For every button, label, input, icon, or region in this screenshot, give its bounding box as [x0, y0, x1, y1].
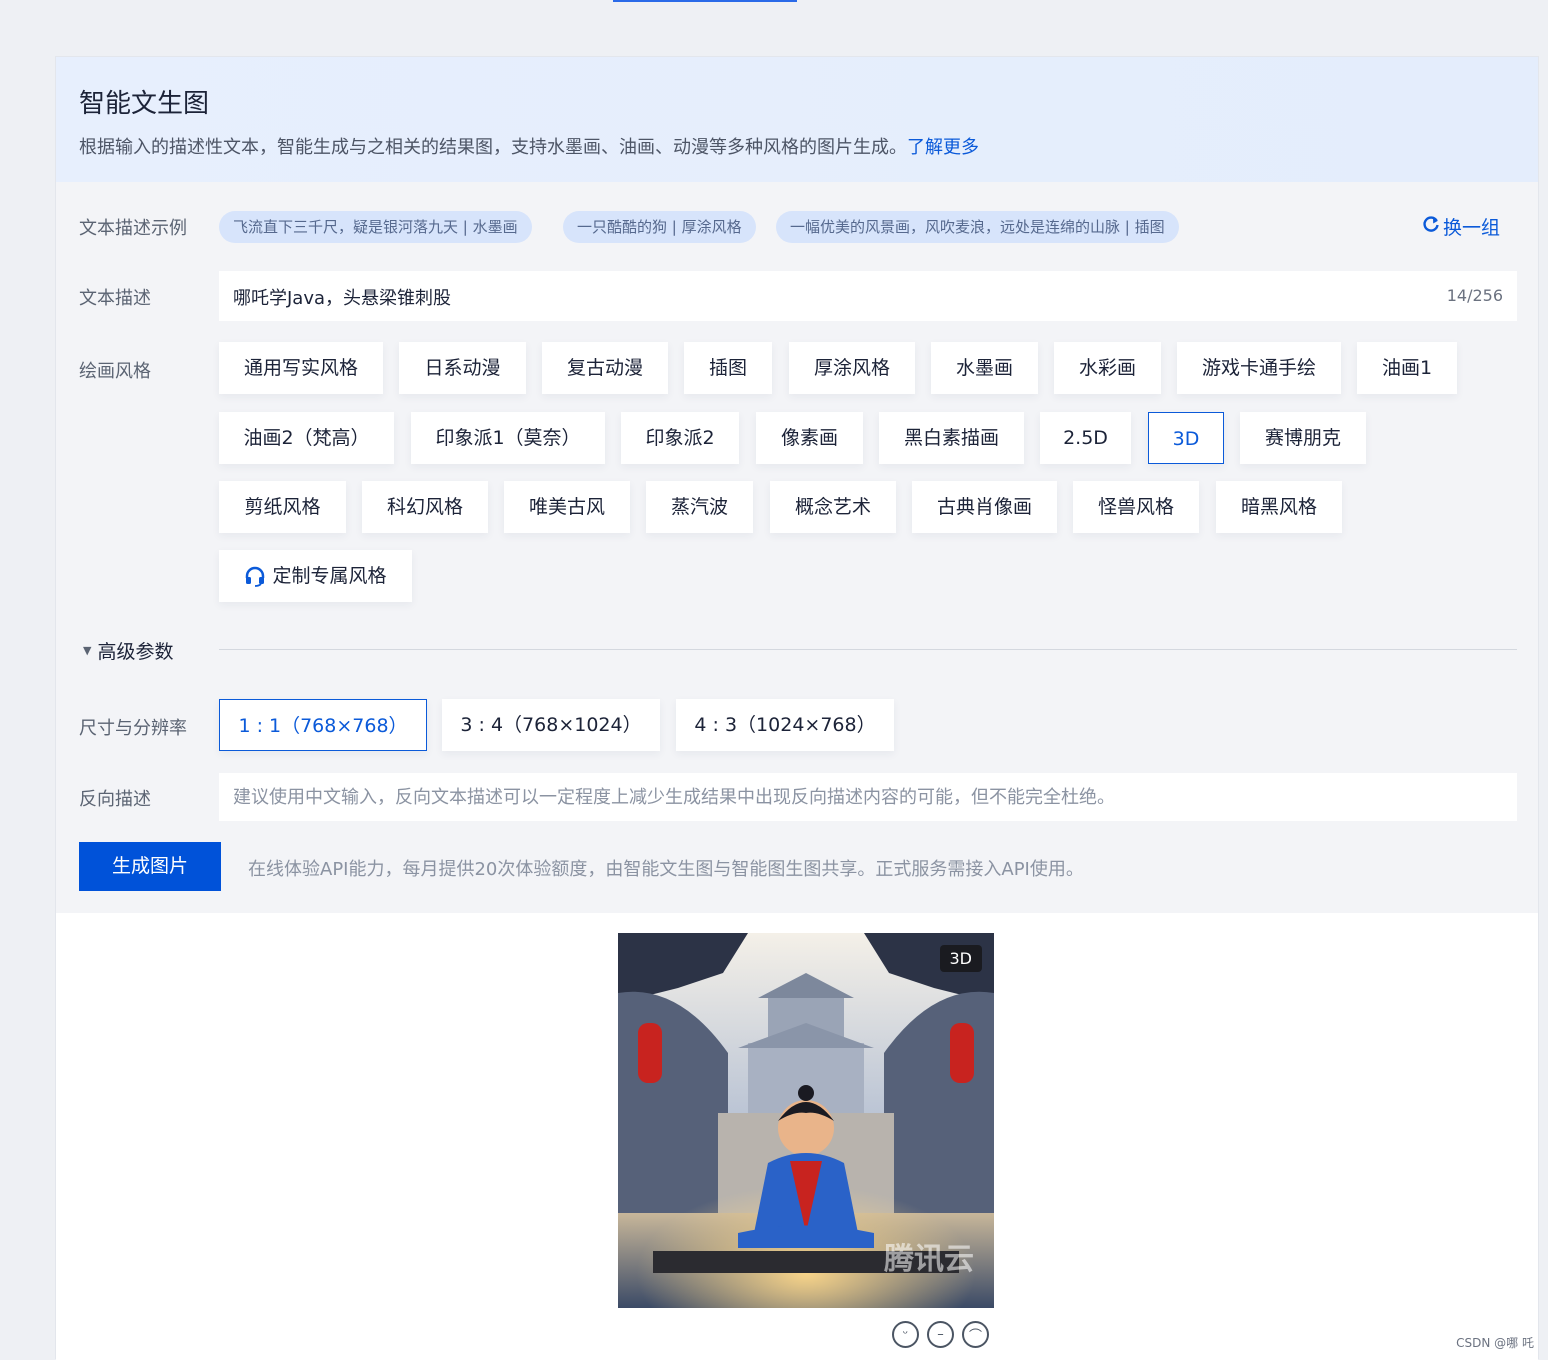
- prompt-value: 哪吒学Java，头悬梁锥刺股: [233, 288, 452, 309]
- text-to-image-panel: 智能文生图 根据输入的描述性文本，智能生成与之相关的结果图，支持水墨画、油画、动…: [55, 56, 1539, 1360]
- style-option[interactable]: 水墨画: [931, 342, 1038, 394]
- style-option[interactable]: 油画2（梵高）: [219, 412, 394, 464]
- style-option[interactable]: 科幻风格: [362, 481, 488, 533]
- refresh-label: 换一组: [1442, 217, 1500, 239]
- refresh-examples-button[interactable]: 换一组: [1421, 213, 1500, 240]
- learn-more-link[interactable]: 了解更多: [907, 137, 979, 158]
- size-option[interactable]: 3 : 4（768×1024）: [442, 699, 660, 751]
- style-option[interactable]: 水彩画: [1054, 342, 1161, 394]
- styles-label: 绘画风格: [79, 361, 151, 382]
- advanced-toggle[interactable]: ▼ 高级参数: [83, 637, 173, 664]
- negative-label: 反向描述: [79, 789, 151, 810]
- style-badge: 3D: [939, 945, 982, 972]
- result-area: 3D 腾讯云 ᵕ – ⌒: [56, 913, 1538, 1360]
- size-label: 尺寸与分辨率: [79, 718, 187, 739]
- style-option[interactable]: 2.5D: [1040, 412, 1131, 464]
- example-tag[interactable]: 飞流直下三千尺，疑是银河落九天 | 水墨画: [219, 211, 532, 243]
- panel-header: 智能文生图 根据输入的描述性文本，智能生成与之相关的结果图，支持水墨画、油画、动…: [56, 57, 1538, 182]
- style-option[interactable]: 印象派1（莫奈）: [411, 412, 605, 464]
- char-counter: 14/256: [1446, 286, 1503, 305]
- style-option-selected[interactable]: 3D: [1148, 412, 1224, 464]
- style-option[interactable]: 怪兽风格: [1073, 481, 1199, 533]
- style-option[interactable]: 像素画: [756, 412, 863, 464]
- style-option[interactable]: 插图: [684, 342, 772, 394]
- generate-button[interactable]: 生成图片: [79, 842, 221, 891]
- prompt-label: 文本描述: [79, 288, 151, 309]
- style-option[interactable]: 蒸汽波: [646, 481, 753, 533]
- style-option[interactable]: 通用写实风格: [219, 342, 383, 394]
- page-description: 根据输入的描述性文本，智能生成与之相关的结果图，支持水墨画、油画、动漫等多种风格…: [79, 133, 979, 159]
- style-option[interactable]: 游戏卡通手绘: [1177, 342, 1341, 394]
- headset-icon: [244, 565, 266, 587]
- refresh-icon: [1421, 214, 1441, 239]
- example-tag[interactable]: 一只酷酷的狗 | 厚涂风格: [563, 211, 756, 243]
- divider: [219, 649, 1517, 650]
- csdn-credit: CSDN @哪 吒: [1456, 1336, 1534, 1350]
- top-tab-indicator: [613, 0, 797, 2]
- style-option[interactable]: 赛博朋克: [1240, 412, 1366, 464]
- page-title: 智能文生图: [79, 89, 210, 119]
- style-option[interactable]: 暗黑风格: [1216, 481, 1342, 533]
- style-option[interactable]: 日系动漫: [399, 342, 526, 394]
- happy-face-icon[interactable]: ᵕ: [892, 1321, 919, 1348]
- generated-image[interactable]: 3D 腾讯云: [618, 933, 994, 1308]
- description-text: 根据输入的描述性文本，智能生成与之相关的结果图，支持水墨画、油画、动漫等多种风格…: [79, 137, 907, 158]
- neutral-face-icon[interactable]: –: [927, 1321, 954, 1348]
- style-option[interactable]: 唯美古风: [504, 481, 630, 533]
- style-option[interactable]: 油画1: [1357, 342, 1457, 394]
- size-option-selected[interactable]: 1 : 1（768×768）: [219, 699, 427, 751]
- usage-note: 在线体验API能力，每月提供20次体验额度，由智能文生图与智能图生图共享。正式服…: [248, 859, 1084, 880]
- watermark: 腾讯云: [884, 1242, 974, 1277]
- custom-style-label: 定制专属风格: [272, 565, 387, 587]
- advanced-label: 高级参数: [97, 641, 174, 663]
- prompt-input[interactable]: 哪吒学Java，头悬梁锥刺股 14/256: [219, 271, 1517, 321]
- style-option[interactable]: 厚涂风格: [789, 342, 915, 394]
- caret-down-icon: ▼: [83, 644, 92, 657]
- feedback-group: ᵕ – ⌒: [892, 1321, 989, 1348]
- custom-style-button[interactable]: 定制专属风格: [219, 550, 412, 602]
- sad-face-icon[interactable]: ⌒: [962, 1321, 989, 1348]
- style-option[interactable]: 剪纸风格: [219, 481, 346, 533]
- example-tag[interactable]: 一幅优美的风景画，风吹麦浪，远处是连绵的山脉 | 插图: [776, 211, 1179, 243]
- examples-label: 文本描述示例: [79, 218, 187, 239]
- style-option[interactable]: 复古动漫: [542, 342, 668, 394]
- style-option[interactable]: 印象派2: [621, 412, 739, 464]
- style-option[interactable]: 古典肖像画: [912, 481, 1057, 533]
- style-option[interactable]: 概念艺术: [770, 481, 896, 533]
- negative-prompt-input[interactable]: [219, 773, 1517, 821]
- size-option[interactable]: 4 : 3（1024×768）: [676, 699, 894, 751]
- style-option[interactable]: 黑白素描画: [879, 412, 1024, 464]
